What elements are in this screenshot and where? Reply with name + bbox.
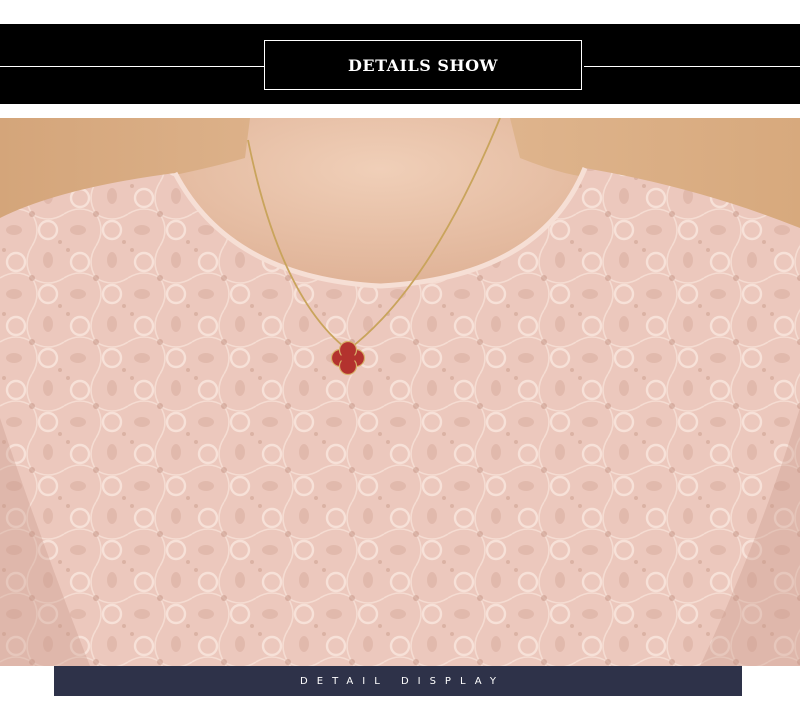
header-divider-right xyxy=(584,66,800,67)
product-photo xyxy=(0,118,800,666)
page-title: DETAILS SHOW xyxy=(348,55,498,75)
footer-band: DETAIL DISPLAY xyxy=(54,666,742,696)
title-frame: DETAILS SHOW xyxy=(264,40,582,90)
header-divider-left xyxy=(0,66,264,67)
footer-caption: DETAIL DISPLAY xyxy=(300,675,505,687)
